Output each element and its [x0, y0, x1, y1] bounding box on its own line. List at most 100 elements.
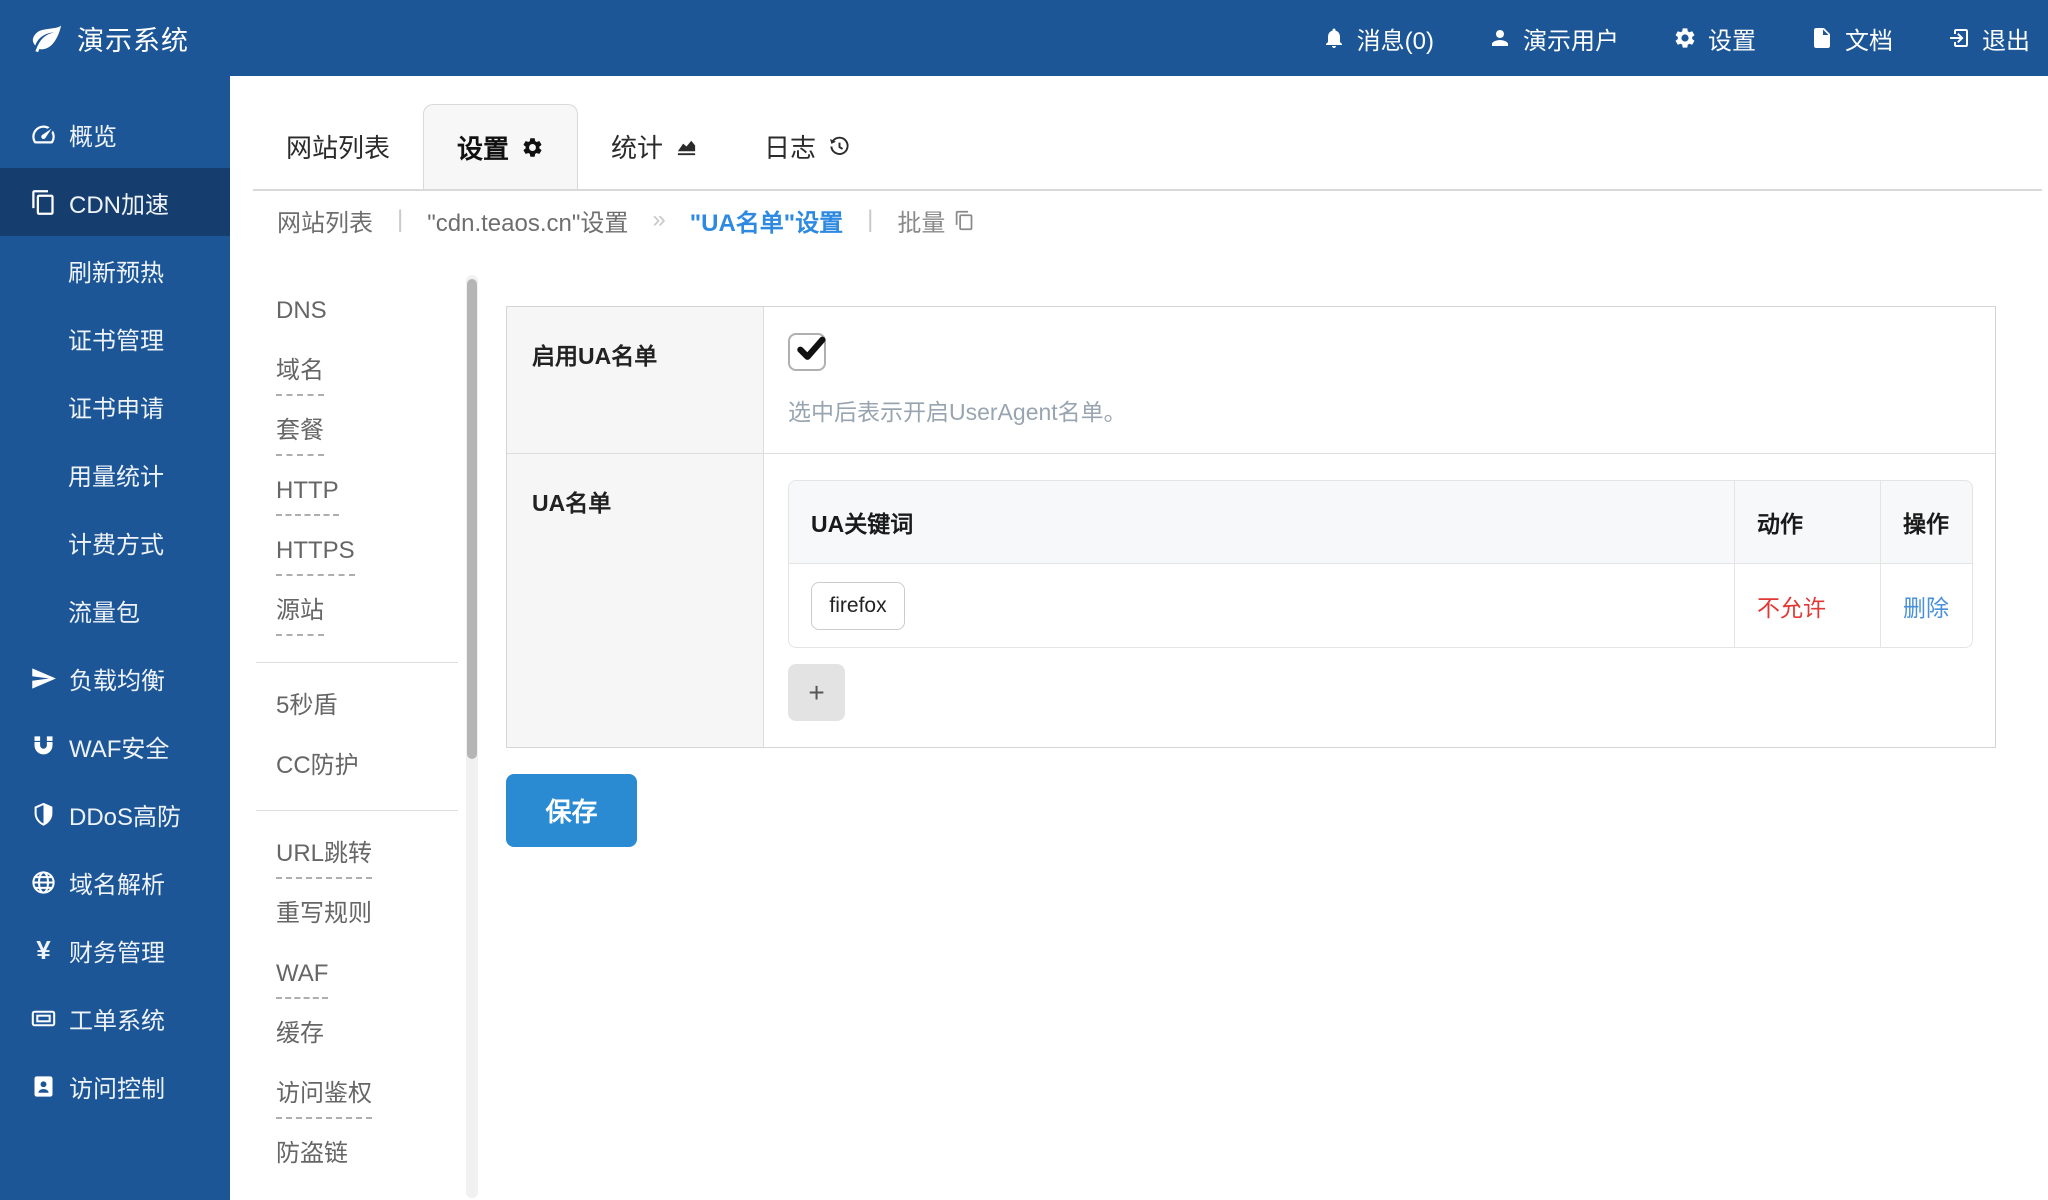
- paper-plane-icon: [30, 665, 57, 692]
- sidebar-item-access-control[interactable]: 访问控制: [0, 1052, 230, 1120]
- sidebar-item-dns-resolve[interactable]: 域名解析: [0, 848, 230, 916]
- app-logo[interactable]: 演示系统: [30, 19, 189, 58]
- subnav-item-cache[interactable]: 缓存: [276, 1018, 324, 1050]
- history-icon: [828, 135, 851, 158]
- sidebar-item-label: 工单系统: [69, 1001, 165, 1036]
- sidebar-item-label: 概览: [69, 117, 117, 152]
- logout-icon: [1947, 26, 1971, 50]
- sidebar-item-overview[interactable]: 概览: [0, 100, 230, 168]
- delete-row-link[interactable]: 删除: [1903, 595, 1949, 621]
- sidebar-item-label: 访问控制: [69, 1069, 165, 1104]
- topbar-item-label: 设置: [1708, 21, 1756, 56]
- subnav-item-domain[interactable]: 域名: [276, 355, 324, 396]
- breadcrumb-site-list[interactable]: 网站列表: [277, 203, 373, 238]
- check-icon: [794, 332, 828, 366]
- subnav-item-hotlink-protect[interactable]: 防盗链: [276, 1138, 348, 1170]
- tab-settings[interactable]: 设置: [423, 104, 578, 189]
- enable-ua-value: 选中后表示开启UserAgent名单。: [764, 307, 1995, 453]
- subnav-item-cc-protect[interactable]: CC防护: [276, 750, 359, 782]
- breadcrumb-site-setting[interactable]: "cdn.teaos.cn"设置: [427, 203, 628, 238]
- sidebar-item-usage-stats[interactable]: 用量统计: [0, 440, 230, 508]
- subnav-divider: [256, 662, 458, 663]
- sidebar-item-label: 域名解析: [69, 865, 165, 900]
- tab-label: 网站列表: [286, 128, 390, 165]
- breadcrumb-separator: »: [652, 206, 665, 234]
- operation-cell: 删除: [1880, 564, 1973, 648]
- settings-subnav: DNS 域名 套餐 HTTP HTTPS 源站 5秒盾 CC防护 URL跳转 重…: [256, 249, 458, 1198]
- tab-statistics[interactable]: 统计: [578, 104, 731, 189]
- ua-list-value: UA关键词 动作 操作 不允许: [764, 454, 1995, 747]
- sidebar-item-billing[interactable]: 计费方式: [0, 508, 230, 576]
- id-card-icon: [30, 1073, 57, 1100]
- sidebar-item-label: 刷新预热: [68, 253, 164, 288]
- sidebar-item-cert-apply[interactable]: 证书申请: [0, 372, 230, 440]
- subnav-divider: [256, 810, 458, 811]
- sidebar-item-finance[interactable]: ¥ 财务管理: [0, 916, 230, 984]
- sidebar-item-traffic-package[interactable]: 流量包: [0, 576, 230, 644]
- sidebar-item-refresh-preheat[interactable]: 刷新预热: [0, 236, 230, 304]
- subnav-item-plan[interactable]: 套餐: [276, 415, 324, 456]
- column-header-keyword: UA关键词: [788, 480, 1734, 564]
- sidebar-item-ddos[interactable]: DDoS高防: [0, 780, 230, 848]
- sidebar-item-tickets[interactable]: 工单系统: [0, 984, 230, 1052]
- table-row: 不允许 删除: [788, 564, 1973, 648]
- batch-label: 批量: [897, 203, 945, 238]
- topbar-item-logout[interactable]: 退出: [1947, 21, 2030, 56]
- topbar-menu: 消息(0) 演示用户 设置 文档 退出: [1322, 21, 2030, 56]
- subnav-item-rewrite-rules[interactable]: 重写规则: [276, 898, 372, 930]
- copy-icon: [954, 210, 975, 231]
- sidebar-item-label: CDN加速: [69, 185, 169, 220]
- subnav-item-http[interactable]: HTTP: [276, 475, 339, 516]
- subnav-item-dns[interactable]: DNS: [276, 295, 327, 327]
- topbar-item-user[interactable]: 演示用户: [1488, 21, 1619, 56]
- globe-icon: [30, 869, 57, 896]
- dashboard-icon: [30, 121, 57, 148]
- subnav-item-https[interactable]: HTTPS: [276, 535, 355, 576]
- subnav-item-access-auth[interactable]: 访问鉴权: [276, 1078, 372, 1119]
- subnav-item-origin[interactable]: 源站: [276, 595, 324, 636]
- document-icon: [1810, 26, 1834, 50]
- form-panel: 启用UA名单 选中后表示开启UserAgent名单。 UA名单 UA关键词: [506, 306, 1996, 748]
- settings-content: DNS 域名 套餐 HTTP HTTPS 源站 5秒盾 CC防护 URL跳转 重…: [230, 249, 2048, 1198]
- breadcrumb-separator: |: [397, 206, 403, 234]
- ticket-icon: [30, 1005, 57, 1032]
- subnav-scrollbar-track[interactable]: [466, 275, 478, 1198]
- user-icon: [1488, 26, 1512, 50]
- tab-logs[interactable]: 日志: [731, 104, 884, 189]
- sidebar-item-cdn[interactable]: CDN加速: [0, 168, 230, 236]
- breadcrumb-batch-link[interactable]: 批量: [897, 203, 975, 238]
- topbar-item-docs[interactable]: 文档: [1810, 21, 1893, 56]
- topbar-item-settings[interactable]: 设置: [1673, 21, 1756, 56]
- sidebar-item-label: 证书申请: [68, 389, 164, 424]
- chart-area-icon: [675, 135, 698, 158]
- sidebar-item-label: 用量统计: [68, 457, 164, 492]
- enable-ua-row: 启用UA名单 选中后表示开启UserAgent名单。: [507, 307, 1995, 453]
- add-keyword-button[interactable]: +: [788, 664, 845, 721]
- column-header-operation: 操作: [1880, 480, 1973, 564]
- save-button[interactable]: 保存: [506, 774, 637, 847]
- subnav-item-5s-shield[interactable]: 5秒盾: [276, 690, 337, 722]
- sidebar-item-cert-manage[interactable]: 证书管理: [0, 304, 230, 372]
- ua-list-form: 启用UA名单 选中后表示开启UserAgent名单。 UA名单 UA关键词: [506, 306, 1996, 847]
- ua-keyword-input[interactable]: [811, 582, 905, 630]
- leaf-icon: [30, 21, 64, 55]
- sidebar: 概览 CDN加速 刷新预热 证书管理 证书申请 用量统计 计费方式 流量包 负载…: [0, 76, 230, 1200]
- gear-icon: [521, 136, 544, 159]
- tab-label: 日志: [764, 128, 816, 165]
- subnav-scrollbar-thumb[interactable]: [467, 279, 477, 759]
- breadcrumb: 网站列表 | "cdn.teaos.cn"设置 » "UA名单"设置 | 批量: [253, 191, 2048, 249]
- tab-site-list[interactable]: 网站列表: [253, 104, 423, 189]
- breadcrumb-current-page[interactable]: "UA名单"设置: [690, 203, 843, 238]
- subnav-item-url-redirect[interactable]: URL跳转: [276, 838, 372, 879]
- tabbar: 网站列表 设置 统计 日志: [253, 76, 2042, 191]
- sidebar-item-load-balance[interactable]: 负载均衡: [0, 644, 230, 712]
- sidebar-item-label: 负载均衡: [69, 661, 165, 696]
- topbar-item-messages[interactable]: 消息(0): [1322, 21, 1434, 56]
- sidebar-item-label: 流量包: [68, 593, 140, 628]
- sidebar-item-waf[interactable]: WAF安全: [0, 712, 230, 780]
- topbar: 演示系统 消息(0) 演示用户 设置 文档: [0, 0, 2048, 76]
- enable-ua-checkbox[interactable]: [788, 333, 826, 371]
- subnav-item-waf[interactable]: WAF: [276, 958, 328, 999]
- ua-keywords-table: UA关键词 动作 操作 不允许: [788, 480, 1973, 648]
- topbar-item-label: 文档: [1845, 21, 1893, 56]
